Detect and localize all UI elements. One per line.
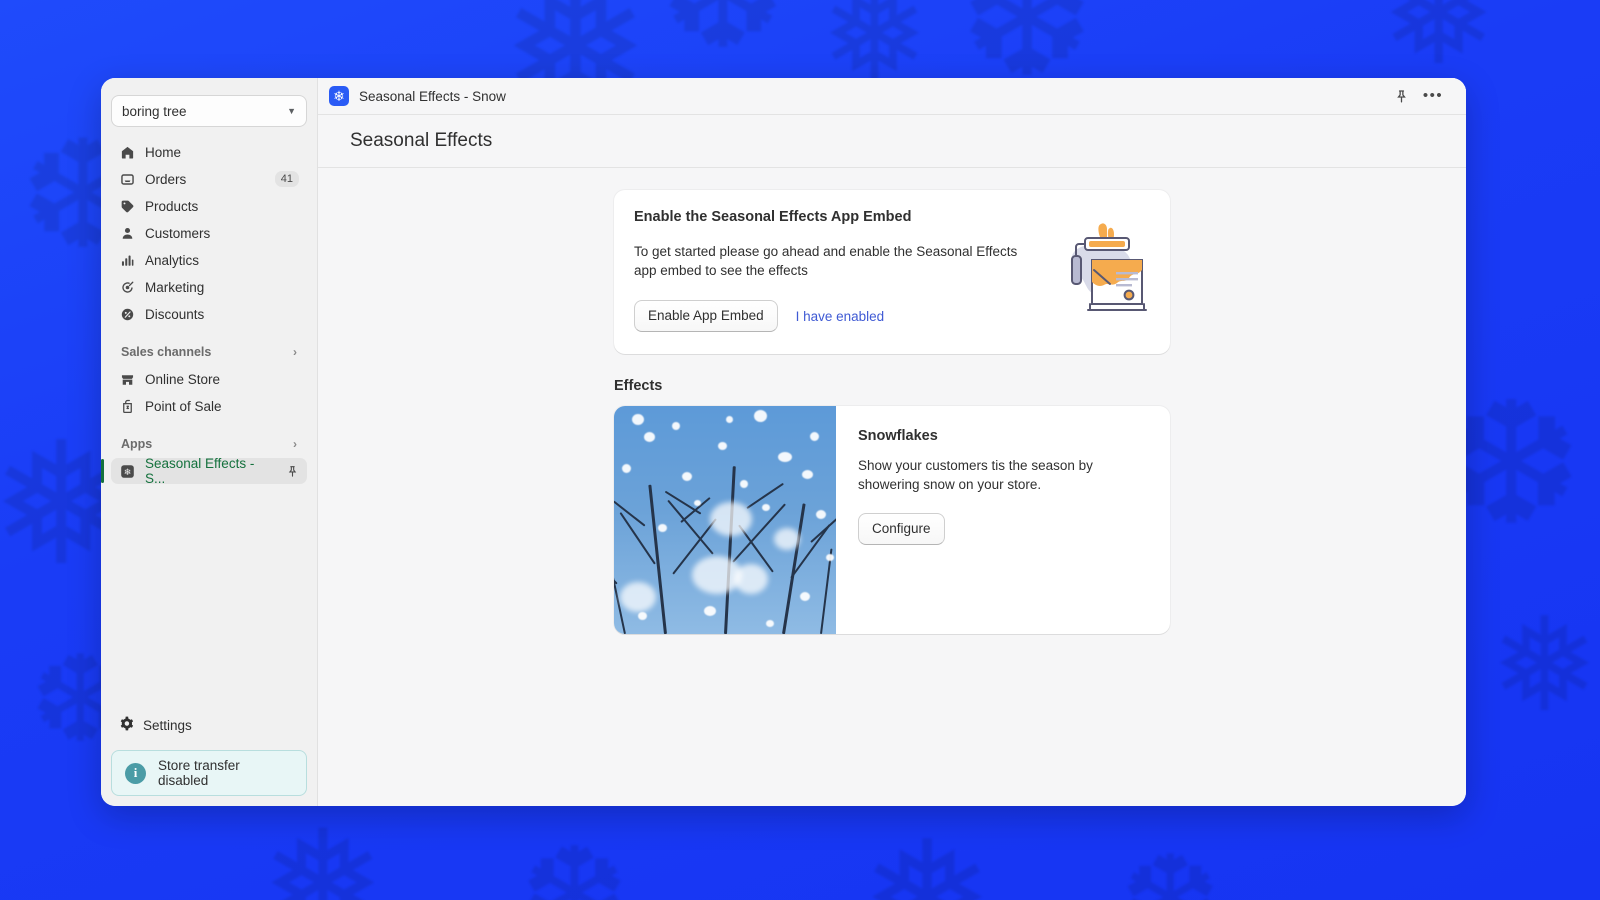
sidebar-item-label: Online Store: [145, 372, 220, 387]
store-name: boring tree: [122, 104, 187, 119]
effect-title: Snowflakes: [858, 428, 1148, 444]
effect-card-snowflakes: Snowflakes Show your customers tis the s…: [614, 406, 1170, 634]
effect-body: Snowflakes Show your customers tis the s…: [836, 406, 1170, 634]
snowflake-icon: ❆: [520, 830, 629, 900]
sidebar-item-products[interactable]: Products: [111, 193, 307, 219]
sidebar-item-home[interactable]: Home: [111, 139, 307, 165]
app-topbar: ❄ Seasonal Effects - Snow •••: [318, 78, 1466, 115]
snowflake-icon: ❅: [1490, 600, 1599, 730]
store-transfer-label: Store transfer disabled: [158, 758, 293, 788]
sidebar-item-label: Orders: [145, 172, 186, 187]
sidebar-item-customers[interactable]: Customers: [111, 220, 307, 246]
app-title: Seasonal Effects - Snow: [359, 89, 506, 104]
sidebar-item-orders[interactable]: Orders 41: [111, 166, 307, 192]
content-scroll: Enable the Seasonal Effects App Embed To…: [318, 168, 1466, 806]
storefront-icon: [119, 371, 136, 388]
enable-app-embed-button[interactable]: Enable App Embed: [634, 300, 778, 332]
section-label: Apps: [121, 437, 152, 451]
sidebar-item-label: Marketing: [145, 280, 204, 295]
pos-icon: [119, 398, 136, 415]
sidebar-item-seasonal-effects[interactable]: ❄ Seasonal Effects - S...: [111, 458, 307, 484]
main-area: ❄ Seasonal Effects - Snow ••• Seasonal E…: [317, 78, 1466, 806]
sidebar-item-label: Home: [145, 145, 181, 160]
effects-section-title: Effects: [614, 378, 1170, 394]
sidebar-spacer: [109, 485, 309, 712]
snowflake-icon: ❆: [1120, 840, 1221, 900]
sidebar-item-discounts[interactable]: Discounts: [111, 301, 307, 327]
chevron-right-icon: ›: [293, 437, 297, 451]
i-have-enabled-link[interactable]: I have enabled: [796, 309, 885, 324]
store-switcher[interactable]: boring tree ▼: [111, 95, 307, 127]
home-icon: [119, 144, 136, 161]
effect-description: Show your customers tis the season by sh…: [858, 456, 1148, 494]
chevron-right-icon: ›: [293, 345, 297, 359]
bar-chart-icon: [119, 252, 136, 269]
snowy-tree-branches-photo: [614, 406, 836, 634]
discount-icon: [119, 306, 136, 323]
sidebar: boring tree ▼ Home Orders 41: [101, 78, 317, 806]
desktop-background: ❅ ❆ ❅ ❆ ❅ ❆ ❅ ❆ ❆ ❅ ❅ ❆ ❅ ❆ boring tree …: [0, 0, 1600, 900]
sidebar-item-point-of-sale[interactable]: Point of Sale: [111, 393, 307, 419]
sidebar-item-online-store[interactable]: Online Store: [111, 366, 307, 392]
snowflake-icon: ❅: [260, 810, 386, 900]
section-label: Sales channels: [121, 345, 211, 359]
snowflake-icon: ❅: [860, 820, 994, 900]
sidebar-item-label: Products: [145, 199, 198, 214]
sidebar-item-settings[interactable]: Settings: [111, 712, 307, 738]
content-column: Enable the Seasonal Effects App Embed To…: [614, 190, 1170, 806]
app-window: boring tree ▼ Home Orders 41: [101, 78, 1466, 806]
more-horizontal-icon[interactable]: •••: [1422, 85, 1444, 107]
orders-icon: [119, 171, 136, 188]
chevron-down-icon: ▼: [287, 106, 296, 116]
orders-badge: 41: [275, 171, 299, 187]
app-embed-banner: Enable the Seasonal Effects App Embed To…: [614, 190, 1170, 354]
snowflake-icon: ❆: [660, 0, 786, 70]
snowflake-app-icon: ❄: [329, 86, 349, 106]
snowflake-app-icon: ❄: [119, 463, 136, 480]
sidebar-item-label: Analytics: [145, 253, 199, 268]
paint-roller-illustration: [1050, 216, 1154, 312]
sidebar-section-sales-channels[interactable]: Sales channels ›: [111, 342, 307, 362]
pin-icon[interactable]: [1390, 85, 1412, 107]
sidebar-item-label: Customers: [145, 226, 210, 241]
sidebar-item-analytics[interactable]: Analytics: [111, 247, 307, 273]
sidebar-item-label: Settings: [143, 718, 192, 733]
page-header: Seasonal Effects: [318, 115, 1466, 168]
sidebar-section-apps[interactable]: Apps ›: [111, 434, 307, 454]
sidebar-item-label: Point of Sale: [145, 399, 222, 414]
person-icon: [119, 225, 136, 242]
page-title: Seasonal Effects: [350, 130, 492, 152]
megaphone-icon: [119, 279, 136, 296]
gear-icon: [119, 716, 134, 734]
banner-body: To get started please go ahead and enabl…: [634, 242, 1034, 280]
sidebar-item-marketing[interactable]: Marketing: [111, 274, 307, 300]
snowflake-icon: ❅: [1380, 0, 1497, 85]
info-icon: i: [125, 763, 146, 784]
pin-icon[interactable]: [286, 465, 299, 478]
tag-icon: [119, 198, 136, 215]
configure-button[interactable]: Configure: [858, 513, 945, 545]
sidebar-item-label: Discounts: [145, 307, 204, 322]
store-transfer-banner[interactable]: i Store transfer disabled: [111, 750, 307, 796]
sidebar-item-label: Seasonal Effects - S...: [145, 456, 277, 486]
svg-text:❄: ❄: [124, 467, 132, 477]
